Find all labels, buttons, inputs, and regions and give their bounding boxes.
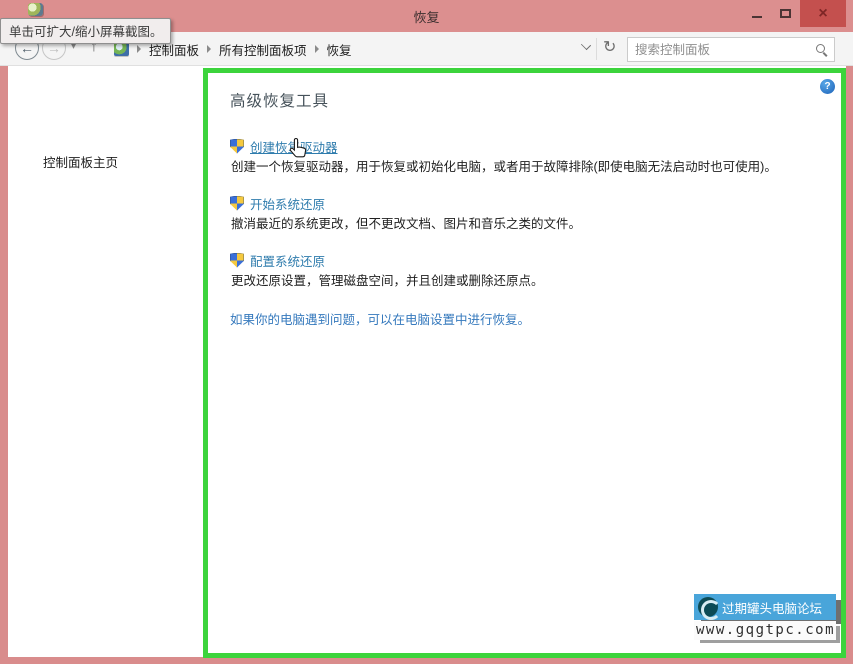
breadcrumb-separator-icon: [315, 45, 319, 53]
configure-system-restore-link[interactable]: 配置系统还原: [250, 251, 325, 270]
close-icon: ×: [818, 5, 827, 23]
maximize-icon: [780, 9, 791, 18]
forum-logo-icon: [698, 597, 718, 617]
uac-shield-icon: [230, 253, 244, 268]
search-icon[interactable]: [816, 44, 825, 53]
task-open-system-restore: 开始系统还原 撤消最近的系统更改，但不更改文档、图片和音乐之类的文件。: [230, 194, 817, 233]
page-title: 高级恢复工具: [230, 89, 817, 111]
app-icon: [114, 42, 129, 56]
address-dropdown-icon[interactable]: [579, 37, 593, 51]
watermark: 过期罐头电脑论坛 www.gqgtpc.com: [694, 594, 836, 640]
breadcrumb-separator-icon: [207, 45, 211, 53]
minimize-icon: [752, 16, 762, 18]
task-description: 撤消最近的系统更改，但不更改文档、图片和音乐之类的文件。: [231, 215, 817, 233]
breadcrumb-separator-icon: [137, 45, 141, 53]
navbar-divider: [596, 38, 597, 60]
watermark-url: www.gqgtpc.com: [694, 621, 836, 640]
breadcrumb-item-all-items[interactable]: 所有控制面板项: [219, 40, 307, 59]
watermark-forum-name: 过期罐头电脑论坛: [722, 598, 822, 617]
close-button[interactable]: ×: [800, 0, 846, 27]
mouse-cursor-hand-icon: [288, 137, 310, 166]
screenshot-tool-icon[interactable]: [28, 3, 43, 16]
refresh-button[interactable]: ↻: [603, 37, 616, 57]
pc-settings-recovery-link[interactable]: 如果你的电脑遇到问题，可以在电脑设置中进行恢复。: [230, 309, 817, 328]
task-configure-system-restore: 配置系统还原 更改还原设置，管理磁盘空间，并且创建或删除还原点。: [230, 251, 817, 290]
uac-shield-icon: [230, 196, 244, 211]
screenshot-tooltip: 单击可扩大/缩小屏幕截图。: [0, 18, 171, 44]
search-input[interactable]: [635, 39, 805, 60]
maximize-button[interactable]: [771, 0, 800, 27]
search-box[interactable]: [627, 37, 835, 62]
breadcrumb-item-recovery[interactable]: 恢复: [327, 40, 352, 59]
task-create-recovery-drive: 创建恢复驱动器 创建一个恢复驱动器，用于恢复或初始化电脑，或者用于故障排除(即使…: [230, 137, 817, 176]
uac-shield-icon: [230, 139, 244, 154]
recovery-window: 恢复 × 单击可扩大/缩小屏幕截图。 ← → ▾ ↑ 控制面板 所有控制面板项: [0, 0, 853, 664]
sidebar-item-control-panel-home[interactable]: 控制面板主页: [43, 152, 118, 171]
task-description: 创建一个恢复驱动器，用于恢复或初始化电脑，或者用于故障排除(即使电脑无法启动时也…: [231, 158, 817, 176]
task-description: 更改还原设置，管理磁盘空间，并且创建或删除还原点。: [231, 272, 817, 290]
open-system-restore-link[interactable]: 开始系统还原: [250, 194, 325, 213]
minimize-button[interactable]: [742, 0, 771, 27]
help-button[interactable]: ?: [820, 79, 835, 94]
